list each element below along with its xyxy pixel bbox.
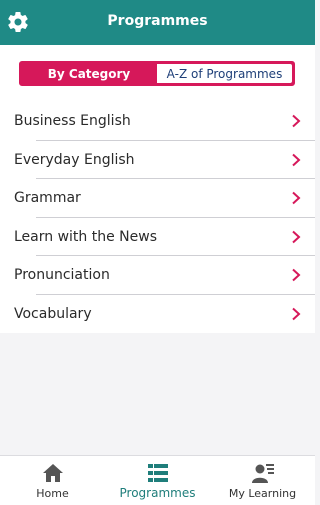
chevron-right-icon (292, 153, 301, 166)
list-item[interactable]: Pronunciation (0, 256, 315, 295)
chevron-right-icon (292, 114, 301, 128)
chevron-right-icon (292, 268, 301, 282)
list-item[interactable]: Vocabulary (0, 295, 315, 334)
list-item-label: Everyday English (14, 151, 135, 168)
tab-label: My Learning (228, 487, 297, 500)
list-item-label: Vocabulary (14, 305, 92, 322)
list-item[interactable]: Grammar (0, 179, 315, 218)
list-item-label: Pronunciation (14, 267, 110, 283)
segmented-control: By Category A-Z of Programmes (19, 61, 295, 86)
tab-my-learning[interactable]: My Learning (210, 456, 315, 505)
tab-programmes[interactable]: Programmes (105, 456, 210, 505)
tab-label: Programmes (119, 486, 196, 500)
list-item-label: Business English (14, 113, 131, 129)
chevron-right-icon (292, 307, 301, 320)
category-list: Business English Everyday English Gramma… (0, 102, 315, 333)
segment-by-category[interactable]: By Category (21, 63, 157, 84)
page-title: Programmes (107, 13, 208, 29)
chevron-right-icon (292, 230, 301, 243)
list-icon (147, 464, 168, 482)
tab-home[interactable]: Home (0, 456, 105, 505)
list-item[interactable]: Everyday English (0, 141, 315, 179)
list-item[interactable]: Business English (0, 102, 315, 141)
segment-a-to-z[interactable]: A-Z of Programmes (157, 64, 292, 83)
top-bar: Programmes (0, 0, 315, 45)
person-list-icon (251, 464, 274, 483)
list-item-label: Learn with the News (14, 228, 157, 245)
home-icon (42, 464, 63, 482)
chevron-right-icon (292, 191, 301, 205)
tab-label: Home (36, 487, 69, 500)
bottom-tab-bar: Home Programmes My Learning (0, 455, 315, 505)
list-item-label: Grammar (14, 190, 81, 206)
list-item[interactable]: Learn with the News (0, 218, 315, 256)
segment-area: By Category A-Z of Programmes (0, 45, 315, 103)
